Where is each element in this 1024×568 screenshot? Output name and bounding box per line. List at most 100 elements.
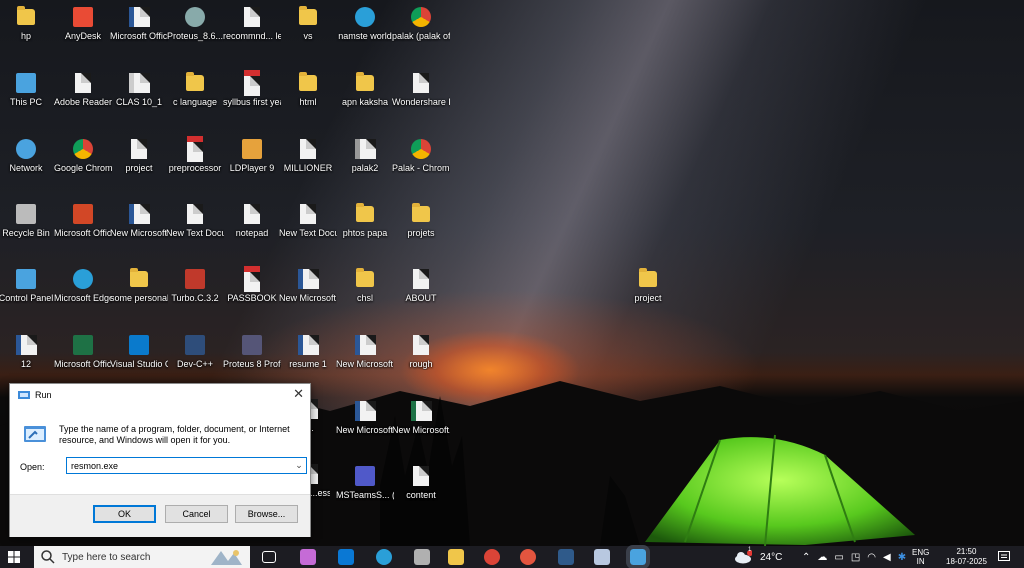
desktop-icon[interactable]: Wondershare Filmora 14	[392, 72, 450, 108]
desktop-icon[interactable]: Recycle Bin	[0, 203, 55, 239]
desktop-icon[interactable]: content	[392, 465, 450, 501]
chevron-up-icon[interactable]: ⌃	[802, 552, 810, 563]
desktop-icon[interactable]: apn kaksha	[336, 72, 394, 108]
desktop-icon[interactable]: project	[110, 138, 168, 174]
document-icon	[354, 401, 376, 421]
battery-icon[interactable]: ▭	[834, 552, 843, 563]
desktop-icon[interactable]: Microsoft Office Po...	[54, 203, 112, 239]
desktop-icon[interactable]: Google Chrome	[54, 138, 112, 174]
desktop-icon-label: palak (palak office) - C...	[392, 31, 450, 41]
outlook-icon[interactable]	[338, 549, 354, 565]
desktop-icon[interactable]: Proteus_8.6...	[166, 6, 224, 42]
desktop-icon-label: resume 1	[289, 359, 327, 369]
desktop-icon[interactable]: MSTeamsS... (1)	[336, 465, 394, 501]
desktop-icon[interactable]: New Text Docume...	[166, 203, 224, 239]
desktop-icon[interactable]: Microsoft Office Wo...	[110, 6, 168, 42]
copilot-icon[interactable]	[300, 549, 316, 565]
notifications-button[interactable]	[998, 546, 1010, 568]
desktop-icon-label: Microsoft Office Po...	[54, 228, 112, 238]
task-view-icon[interactable]	[262, 551, 276, 563]
desktop-icon[interactable]: AnyDesk	[54, 6, 112, 42]
desktop-icon[interactable]: html	[279, 72, 337, 108]
desktop-icon[interactable]: Turbo.C.3.2	[166, 268, 224, 304]
desktop-icon[interactable]: Dev-C++	[166, 334, 224, 370]
meet-icon[interactable]: ◳	[851, 552, 860, 563]
pdf-icon	[187, 136, 203, 162]
desktop-icon[interactable]: recommnd... letter	[223, 6, 281, 42]
start-button[interactable]	[0, 546, 28, 568]
desktop-icon[interactable]: This PC	[0, 72, 55, 108]
language-code: ENG	[912, 548, 930, 557]
edge-icon[interactable]	[376, 549, 392, 565]
file-explorer-icon[interactable]	[448, 549, 464, 565]
game-icon[interactable]	[414, 549, 430, 565]
language-indicator[interactable]: ENG IN	[912, 546, 929, 568]
wifi-icon[interactable]: ◠	[867, 552, 876, 563]
cloud-sync-icon[interactable]: ☁	[817, 552, 827, 563]
desktop-icon[interactable]: PASSBOOK	[223, 266, 281, 304]
desktop-icon[interactable]: notepad	[223, 203, 281, 239]
desktop-icon[interactable]: Visual Studio Code	[110, 334, 168, 370]
cancel-button[interactable]: Cancel	[165, 505, 228, 523]
desktop-icon[interactable]: Adobe Reader XI	[54, 72, 112, 108]
desktop-icon[interactable]: rough	[392, 334, 450, 370]
desktop-icon-label: 12	[20, 359, 31, 369]
desktop-icon[interactable]: Proteus 8 Professional	[223, 334, 281, 370]
open-combobox[interactable]: resmon.exe ⌄	[66, 457, 307, 474]
desktop-icon-label: project	[634, 293, 662, 303]
desktop-icon[interactable]: MILLIONER	[279, 138, 337, 174]
desktop-icon[interactable]: Network	[0, 138, 55, 174]
desktop-icon[interactable]: palak2	[336, 138, 394, 174]
browse-button[interactable]: Browse...	[235, 505, 298, 523]
chrome-profile-icon[interactable]	[520, 549, 536, 565]
desktop-icon-label: apn kaksha	[341, 97, 389, 107]
desktop-icon[interactable]: syllbus first year	[223, 70, 281, 108]
bluetooth-icon[interactable]: ✱	[898, 552, 906, 563]
run-app-icon[interactable]	[626, 545, 650, 568]
desktop-icon[interactable]: projets	[392, 203, 450, 239]
desktop-icon[interactable]: New Microsoft ...	[336, 334, 394, 370]
desktop-icon[interactable]: ABOUT	[392, 268, 450, 304]
ok-button[interactable]: OK	[93, 505, 156, 523]
desktop-icon[interactable]: New Microsoft ...	[336, 400, 394, 436]
clock[interactable]: 21:50 18-07-2025	[946, 546, 987, 568]
desktop-icon-label: namste world	[338, 31, 392, 41]
desktop-icon[interactable]: Palak - Chrome	[392, 138, 450, 174]
search-box[interactable]: Type here to search	[34, 546, 250, 568]
desktop-icon-label: AnyDesk	[64, 31, 101, 41]
desktop-icon[interactable]: palak (palak office) - C...	[392, 6, 450, 42]
desktop-icon[interactable]: Control Panel	[0, 268, 55, 304]
desktop-icon[interactable]: preprocessor	[166, 136, 224, 174]
desktop-icon-label: New Microsoft ...	[336, 359, 394, 369]
chrome-icon[interactable]	[484, 549, 500, 565]
desktop-icon[interactable]: project	[619, 268, 677, 304]
app-icon[interactable]	[558, 549, 574, 565]
document-app-icon[interactable]	[594, 549, 610, 565]
desktop-icon[interactable]: 12	[0, 334, 55, 370]
chevron-down-icon[interactable]: ⌄	[292, 460, 306, 471]
desktop-icon[interactable]: New Text Docume...	[279, 203, 337, 239]
desktop-icon[interactable]: LDPlayer 9	[223, 138, 281, 174]
desktop-icon[interactable]: resume 1	[279, 334, 337, 370]
desktop-icon[interactable]: some personal	[110, 268, 168, 304]
open-input[interactable]: resmon.exe	[67, 461, 292, 471]
desktop-icon[interactable]: CLAS 10_1	[110, 72, 168, 108]
edge-icon	[355, 7, 375, 27]
weather-widget[interactable]: 1 24°C	[734, 546, 782, 568]
desktop-icon[interactable]: namste world	[336, 6, 394, 42]
desktop-icon[interactable]: New Microsoft ...	[279, 268, 337, 304]
desktop-icon-label: Proteus 8 Professional	[223, 359, 281, 369]
desktop-icon-label: project	[125, 163, 153, 173]
desktop-icon[interactable]: phtos papa	[336, 203, 394, 239]
desktop-icon[interactable]: Microsoft Office Exc...	[54, 334, 112, 370]
computer-icon	[16, 269, 36, 289]
desktop-icon[interactable]: New Microsoft ...	[110, 203, 168, 239]
desktop-icon[interactable]: hp	[0, 6, 55, 42]
desktop-icon[interactable]: Microsoft Edge	[54, 268, 112, 304]
desktop-icon[interactable]: chsl	[336, 268, 394, 304]
desktop-icon[interactable]: vs	[279, 6, 337, 42]
desktop-icon[interactable]: New Microsoft...	[392, 400, 450, 436]
desktop-icon[interactable]: c language	[166, 72, 224, 108]
close-button[interactable]: ✕	[293, 386, 304, 402]
volume-icon[interactable]: ◀	[883, 552, 891, 563]
